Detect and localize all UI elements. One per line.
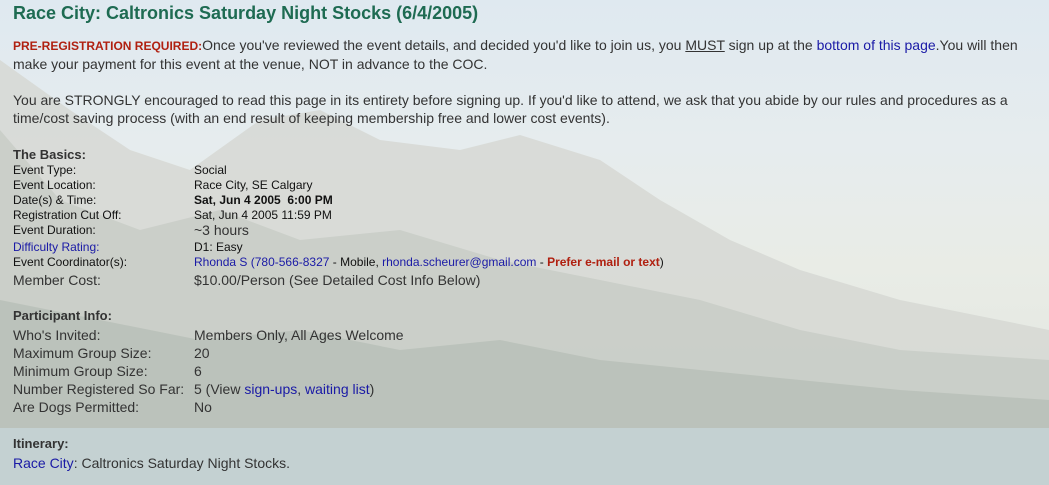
prefer-contact-note: Prefer e-mail or text bbox=[547, 255, 660, 269]
coordinator-close: ) bbox=[659, 255, 664, 269]
table-row: Event Location: Race City, SE Calgary bbox=[13, 178, 664, 193]
registered-count: 5 (View bbox=[194, 381, 245, 397]
coordinator-mobile-text: - Mobile, bbox=[329, 255, 383, 269]
invited-value: Members Only, All Ages Welcome bbox=[194, 327, 404, 343]
registered-comma: , bbox=[297, 381, 306, 397]
coordinator-name-link[interactable]: Rhonda S bbox=[194, 255, 247, 269]
table-row: Difficulty Rating: D1: Easy bbox=[13, 240, 664, 255]
max-group-value: 20 bbox=[194, 345, 210, 361]
must-emphasis: MUST bbox=[685, 37, 725, 53]
table-row: Minimum Group Size: 6 bbox=[13, 362, 404, 380]
table-row: Member Cost: $10.00/Person (See Detailed… bbox=[13, 271, 480, 289]
difficulty-value: D1: Easy bbox=[194, 240, 243, 254]
waiting-list-link[interactable]: waiting list bbox=[305, 381, 370, 397]
table-row: Are Dogs Permitted: No bbox=[13, 398, 404, 416]
max-group-label: Maximum Group Size: bbox=[13, 345, 152, 361]
duration-label: Event Duration: bbox=[13, 223, 96, 237]
table-row: Registration Cut Off: Sat, Jun 4 2005 11… bbox=[13, 208, 664, 223]
participant-table: Who's Invited: Members Only, All Ages We… bbox=[13, 326, 404, 416]
itinerary-heading: Itinerary: bbox=[13, 436, 69, 451]
table-row: Date(s) & Time: Sat, Jun 4 2005 6:00 PM bbox=[13, 193, 664, 208]
member-cost-label: Member Cost: bbox=[13, 272, 101, 288]
preregistration-notice: PRE-REGISTRATION REQUIRED:Once you've re… bbox=[13, 36, 1033, 73]
bottom-of-page-link[interactable]: bottom of this page bbox=[817, 37, 936, 53]
member-cost-value: $10.00/Person (See Detailed Cost Info Be… bbox=[194, 272, 481, 288]
duration-value: ~3 hours bbox=[194, 222, 249, 238]
coordinator-value: Rhonda S (780-566-8327 - Mobile, rhonda.… bbox=[194, 255, 664, 270]
table-row: Event Coordinator(s): Rhonda S (780-566-… bbox=[13, 255, 664, 270]
coordinator-email-link[interactable]: rhonda.scheurer@gmail.com bbox=[382, 255, 536, 269]
date-time-value: Sat, Jun 4 2005 6:00 PM bbox=[194, 193, 333, 207]
itinerary-text: : Caltronics Saturday Night Stocks. bbox=[73, 455, 290, 471]
basics-heading: The Basics: bbox=[13, 147, 86, 162]
event-type-value: Social bbox=[194, 163, 227, 177]
notice-text-2: sign up at the bbox=[724, 37, 817, 53]
table-row: Who's Invited: Members Only, All Ages We… bbox=[13, 326, 404, 344]
registered-close: ) bbox=[369, 381, 375, 397]
date-time-label: Date(s) & Time: bbox=[13, 193, 97, 207]
table-row: Maximum Group Size: 20 bbox=[13, 344, 404, 362]
notice-text-1: Once you've reviewed the event details, … bbox=[202, 37, 686, 53]
itinerary-line: Race City: Caltronics Saturday Night Sto… bbox=[13, 454, 1033, 472]
cutoff-value: Sat, Jun 4 2005 11:59 PM bbox=[194, 208, 332, 222]
coordinator-label: Event Coordinator(s): bbox=[13, 255, 128, 269]
event-location-value: Race City, SE Calgary bbox=[194, 178, 313, 192]
basics-table: Event Type: Social Event Location: Race … bbox=[13, 163, 664, 270]
strongly-encouraged-paragraph: You are STRONGLY encouraged to read this… bbox=[13, 92, 1008, 126]
table-row: Event Type: Social bbox=[13, 163, 664, 178]
preregistration-label: PRE-REGISTRATION REQUIRED: bbox=[13, 39, 203, 53]
participant-info-heading: Participant Info: bbox=[13, 308, 112, 323]
table-row: Number Registered So Far: 5 (View sign-u… bbox=[13, 380, 404, 398]
dogs-value: No bbox=[194, 399, 212, 415]
member-cost-table: Member Cost: $10.00/Person (See Detailed… bbox=[13, 271, 480, 289]
race-city-link[interactable]: Race City bbox=[13, 455, 74, 471]
invited-label: Who's Invited: bbox=[13, 327, 101, 343]
registered-value: 5 (View sign-ups, waiting list) bbox=[194, 380, 404, 398]
signups-link[interactable]: sign-ups bbox=[244, 381, 297, 397]
min-group-label: Minimum Group Size: bbox=[13, 363, 148, 379]
event-location-label: Event Location: bbox=[13, 178, 96, 192]
registered-label: Number Registered So Far: bbox=[13, 381, 185, 397]
coordinator-dash: - bbox=[536, 255, 548, 269]
min-group-value: 6 bbox=[194, 363, 202, 379]
difficulty-rating-link[interactable]: Difficulty Rating: bbox=[13, 240, 99, 254]
page-title: Race City: Caltronics Saturday Night Sto… bbox=[13, 3, 479, 23]
table-row: Event Duration: ~3 hours bbox=[13, 223, 664, 240]
dogs-label: Are Dogs Permitted: bbox=[13, 399, 140, 415]
event-type-label: Event Type: bbox=[13, 163, 77, 177]
cutoff-label: Registration Cut Off: bbox=[13, 208, 122, 222]
coordinator-phone-link[interactable]: (780-566-8327 bbox=[251, 255, 330, 269]
